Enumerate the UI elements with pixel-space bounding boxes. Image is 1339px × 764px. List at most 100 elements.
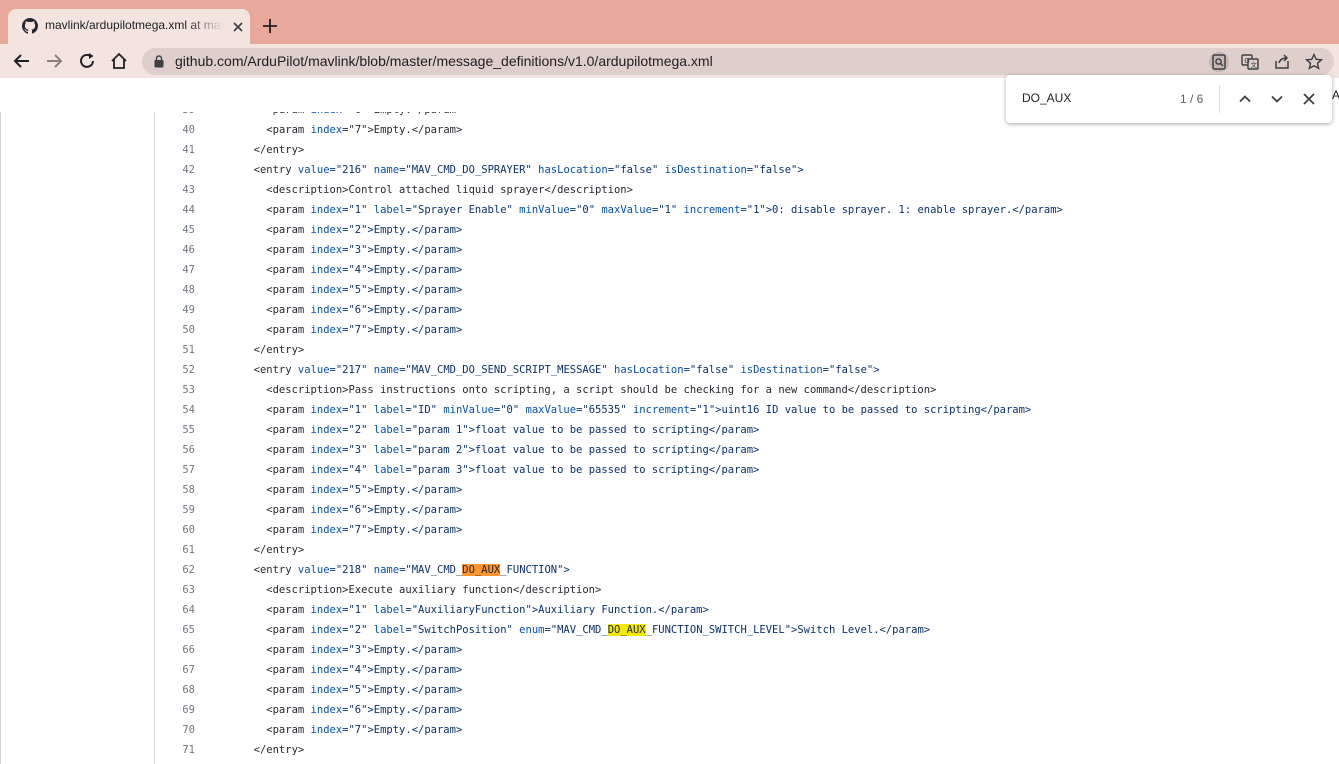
line-number[interactable]: 42 [155, 160, 195, 180]
code-token: </entry> [241, 744, 305, 756]
line-number[interactable]: 67 [155, 660, 195, 680]
code-token: <param [241, 664, 311, 676]
line-number[interactable]: 66 [155, 640, 195, 660]
line-number[interactable]: 60 [155, 520, 195, 540]
code-token: name [373, 564, 400, 576]
code-token: name [373, 164, 400, 176]
line-number[interactable]: 69 [155, 700, 195, 720]
code-token: ="1" [342, 204, 374, 216]
code-token: ="AuxiliaryFunction">Auxiliary Function.… [405, 604, 709, 616]
code-token: <param [241, 404, 311, 416]
line-number[interactable]: 63 [155, 580, 195, 600]
code-token: <param [266, 112, 310, 116]
find-in-page-icon[interactable] [1209, 52, 1229, 72]
code-token: <param [241, 504, 311, 516]
translate-icon[interactable]: G 文 [1240, 52, 1260, 72]
code-line: 51 </entry> [155, 340, 1339, 360]
line-number[interactable]: 62 [155, 560, 195, 580]
code-line: 45 <param index="2">Empty.</param> [155, 220, 1339, 240]
line-number[interactable]: 45 [155, 220, 195, 240]
reload-icon[interactable] [77, 51, 97, 71]
line-number[interactable]: 58 [155, 480, 195, 500]
code-token: <param [241, 524, 311, 536]
address-bar[interactable]: github.com/ArduPilot/mavlink/blob/master… [142, 48, 1334, 75]
line-number[interactable]: 39 [155, 112, 195, 120]
code-token: index [310, 444, 343, 456]
close-icon[interactable] [230, 19, 246, 35]
code-token: index [310, 264, 343, 276]
line-number[interactable]: 41 [155, 140, 195, 160]
share-icon[interactable] [1272, 52, 1292, 72]
lock-icon[interactable] [154, 55, 164, 68]
code-viewer: 39 <param index="6">Empty.</param>40 <pa… [154, 112, 1339, 764]
find-bar: DO_AUX 1 / 6 [1006, 75, 1332, 123]
line-number[interactable]: 47 [155, 260, 195, 280]
find-previous-icon[interactable] [1235, 89, 1255, 109]
find-match-count: 1 / 6 [1180, 92, 1204, 106]
code-token: <description>Pass instructions onto scri… [241, 384, 937, 396]
code-token: index [310, 524, 343, 536]
line-number[interactable]: 51 [155, 340, 195, 360]
line-content: <param index="1" label="AuxiliaryFunctio… [241, 600, 709, 620]
line-number[interactable]: 54 [155, 400, 195, 420]
line-content: <param index="3">Empty.</param> [241, 640, 462, 660]
line-content: <param index="4">Empty.</param> [241, 660, 462, 680]
find-next-icon[interactable] [1267, 89, 1287, 109]
line-content: <param index="7">Empty.</param> [241, 120, 462, 140]
code-line: 62 <entry value="218" name="MAV_CMD_DO_A… [155, 560, 1339, 580]
line-number[interactable]: 55 [155, 420, 195, 440]
code-token: ="param 1">float value to be passed to s… [405, 424, 760, 436]
line-number[interactable]: 50 [155, 320, 195, 340]
forward-icon[interactable] [44, 51, 64, 71]
code-line: 44 <param index="1" label="Sprayer Enabl… [155, 200, 1339, 220]
line-number[interactable]: 46 [155, 240, 195, 260]
line-number[interactable]: 48 [155, 280, 195, 300]
line-content: <param index="6">Empty.</param> [241, 300, 462, 320]
code-token: ="2">Empty.</param> [342, 224, 463, 236]
svg-text:文: 文 [1251, 60, 1258, 69]
find-input[interactable]: DO_AUX [1022, 91, 1071, 105]
code-token: hasLocation [538, 164, 608, 176]
code-line: 58 <param index="5">Empty.</param> [155, 480, 1339, 500]
line-number[interactable]: 65 [155, 620, 195, 640]
back-icon[interactable] [12, 51, 32, 71]
browser-tab[interactable]: mavlink/ardupilotmega.xml at master · Ar… [8, 9, 250, 44]
line-number[interactable]: 59 [155, 500, 195, 520]
line-number[interactable]: 68 [155, 680, 195, 700]
line-number[interactable]: 52 [155, 360, 195, 380]
code-token: value [297, 564, 330, 576]
find-close-icon[interactable] [1299, 89, 1319, 109]
bookmark-star-icon[interactable] [1304, 52, 1324, 72]
line-number[interactable]: 71 [155, 740, 195, 760]
code-token: label [373, 424, 406, 436]
line-number[interactable]: 56 [155, 440, 195, 460]
code-token: <param [241, 484, 311, 496]
line-content: <param index="6">Empty.</param> [241, 700, 462, 720]
line-number[interactable]: 61 [155, 540, 195, 560]
code-token: ="false"> [822, 364, 880, 376]
code-token: index [310, 244, 343, 256]
line-number[interactable]: 57 [155, 460, 195, 480]
code-token: <param [241, 264, 311, 276]
code-token: >Empty.</param> [367, 112, 462, 116]
code-token: ="6">Empty.</param> [342, 704, 463, 716]
code-token: index [310, 604, 343, 616]
line-content: <param index="1" label="Sprayer Enable" … [241, 200, 1063, 220]
line-number[interactable]: 43 [155, 180, 195, 200]
line-content: </entry> [241, 340, 305, 360]
line-number[interactable]: 49 [155, 300, 195, 320]
code-token: index [310, 664, 343, 676]
home-icon[interactable] [109, 51, 129, 71]
code-token: ="1" [651, 204, 684, 216]
new-tab-icon[interactable] [260, 16, 280, 36]
line-number[interactable]: 70 [155, 720, 195, 740]
line-content: <param index="2" label="param 1">float v… [241, 420, 759, 440]
code-token: index [310, 624, 343, 636]
line-number[interactable]: 53 [155, 380, 195, 400]
line-content: <param index="6">Empty.</param> [241, 500, 462, 520]
line-number[interactable]: 44 [155, 200, 195, 220]
line-number[interactable]: 64 [155, 600, 195, 620]
code-token: index [310, 684, 343, 696]
code-token: minValue [443, 404, 494, 416]
line-number[interactable]: 40 [155, 120, 195, 140]
